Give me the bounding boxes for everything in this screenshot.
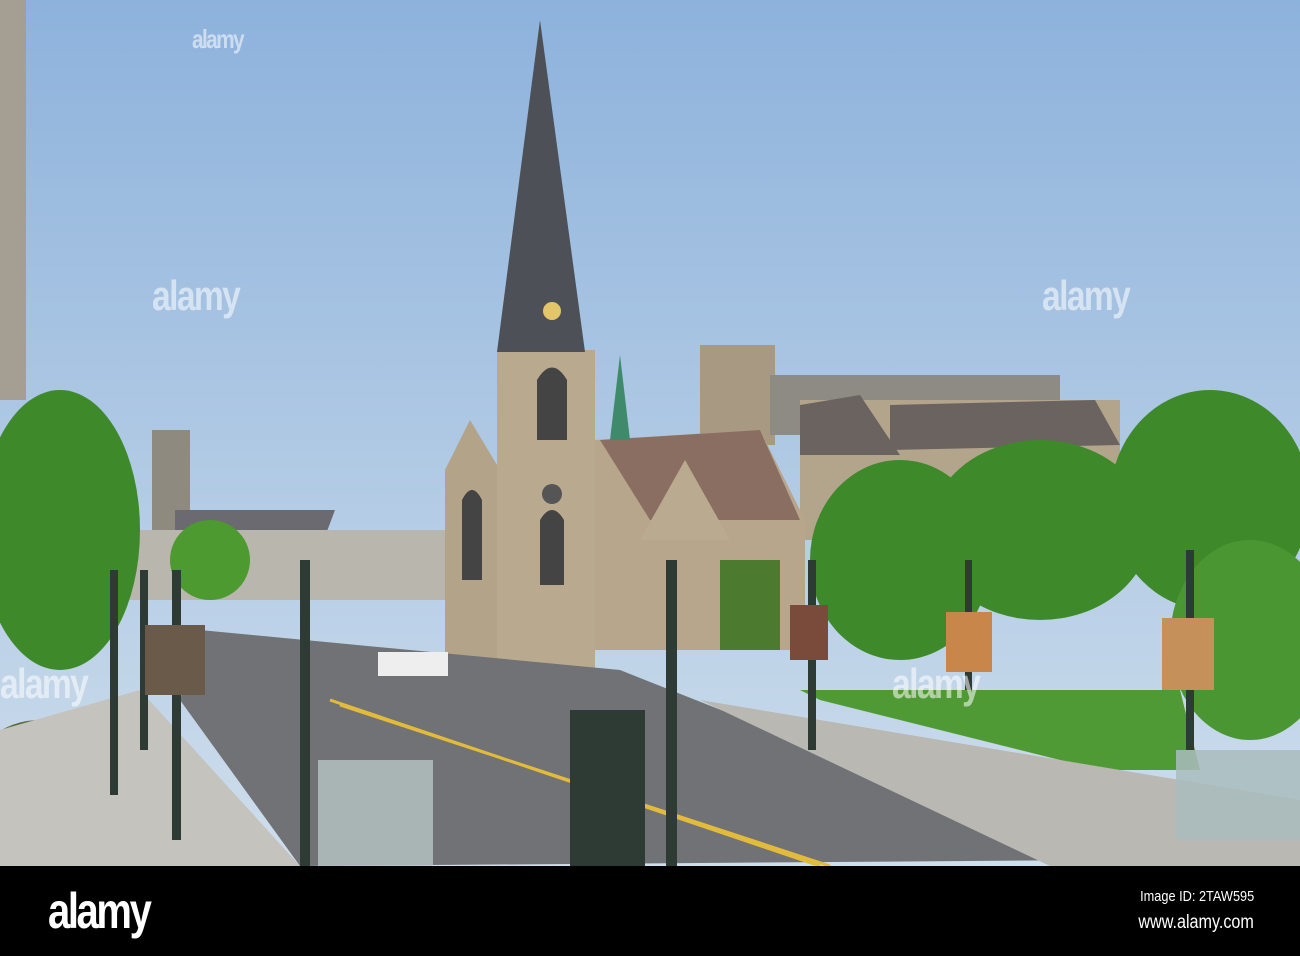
website-link: www.alamy.com — [1138, 912, 1254, 933]
watermark: alamy — [892, 660, 981, 707]
watermark: alamy — [0, 660, 89, 707]
watermark: alamy — [152, 272, 241, 319]
street-scene-photo — [0, 0, 1300, 866]
alamy-logo: alamy — [48, 883, 152, 939]
bus-shelter — [318, 760, 433, 866]
image-id: Image ID: 2TAW595 — [1139, 888, 1254, 905]
van — [378, 652, 448, 676]
footer-bar: alamy Image ID: 2TAW595 www.alamy.com — [0, 866, 1300, 956]
watermark: alamy — [192, 24, 245, 54]
tram-shelter — [1176, 750, 1300, 840]
left-tower — [0, 0, 26, 400]
watermark: alamy — [1042, 272, 1131, 319]
clock-icon — [543, 302, 561, 320]
